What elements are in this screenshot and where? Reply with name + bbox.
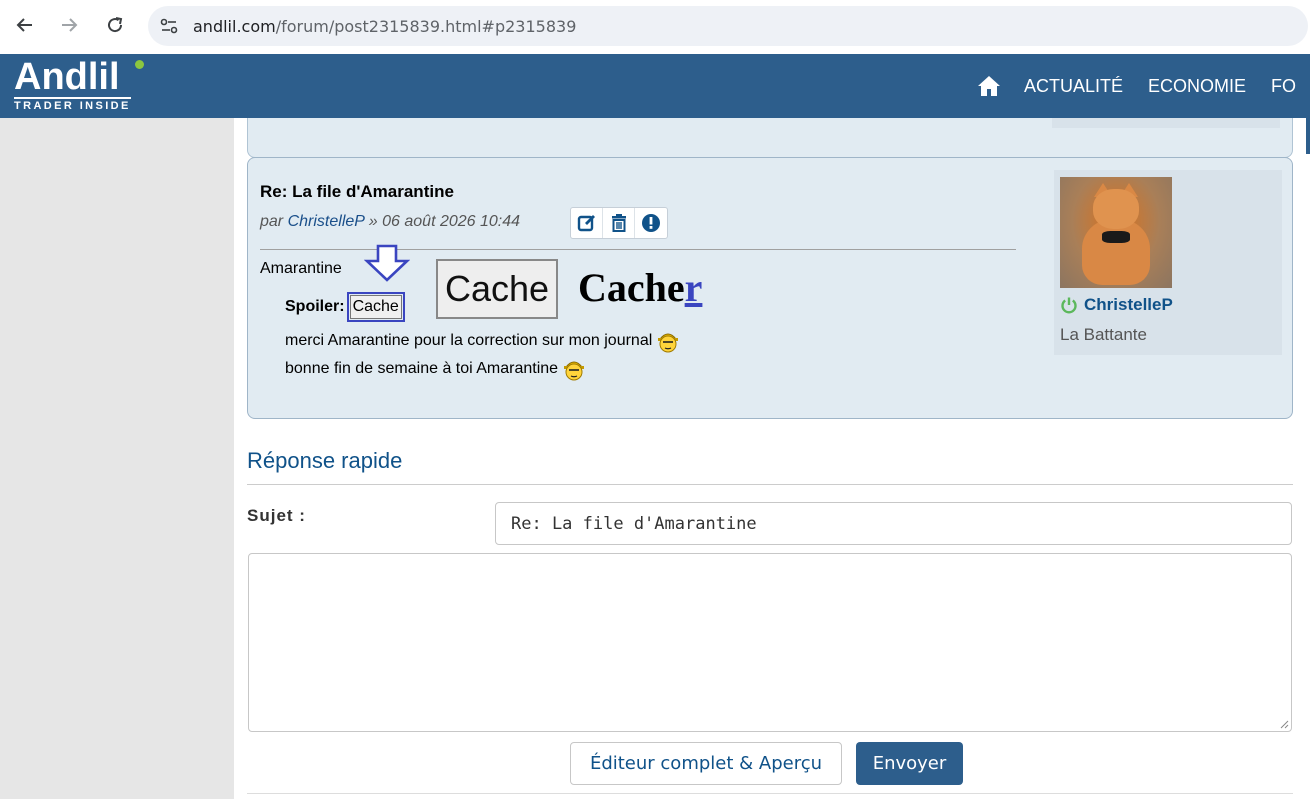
subject-input[interactable]: Re: La file d'Amarantine xyxy=(495,502,1292,545)
quick-reply-divider xyxy=(247,484,1293,485)
edit-button[interactable] xyxy=(571,208,603,238)
post-meta: par ChristelleP » 06 août 2026 10:44 xyxy=(260,213,520,231)
message-textarea[interactable] xyxy=(248,553,1292,732)
delete-button[interactable] xyxy=(603,208,635,238)
profile-username[interactable]: ChristelleP xyxy=(1060,295,1173,315)
message-line-text: bonne fin de semaine à toi Amarantine xyxy=(285,360,559,377)
cacher-annotation: Cacher xyxy=(578,264,702,311)
profile-username-text: ChristelleP xyxy=(1084,295,1173,314)
resize-handle-icon[interactable] xyxy=(1279,719,1289,729)
url-text: andlil.com/forum/post2315839.html#p23158… xyxy=(193,17,576,36)
warning-icon xyxy=(642,214,660,232)
message-line: bonne fin de semaine à toi Amarantine xyxy=(285,357,586,381)
smiley-icon xyxy=(658,333,679,353)
spoiler-button[interactable]: Cache xyxy=(346,292,405,322)
spoiler-button-label: Cache xyxy=(349,295,402,319)
url-path: /forum/post2315839.html#p2315839 xyxy=(275,17,577,36)
site-header: Andlil TRADER INSIDE ACTUALITÉ ECONOMIE … xyxy=(0,54,1310,118)
home-icon[interactable] xyxy=(976,74,1002,98)
message-line: merci Amarantine pour la correction sur … xyxy=(285,329,680,353)
bottom-divider xyxy=(247,793,1293,794)
spoiler-row: Spoiler: Cache xyxy=(285,292,405,322)
report-button[interactable] xyxy=(635,208,667,238)
forum-post: Re: La file d'Amarantine par ChristelleP… xyxy=(247,157,1293,419)
message-line-text: merci Amarantine pour la correction sur … xyxy=(285,332,653,349)
nav-economie[interactable]: ECONOMIE xyxy=(1148,76,1246,97)
main-nav: ACTUALITÉ ECONOMIE FO xyxy=(976,74,1310,98)
cacher-missing-letter: r xyxy=(684,265,703,310)
previous-post xyxy=(247,118,1293,158)
full-editor-button[interactable]: Éditeur complet & Aperçu xyxy=(570,742,842,785)
site-settings-icon[interactable] xyxy=(158,15,180,37)
logo-tagline: TRADER INSIDE xyxy=(14,97,131,112)
post-greeting: Amarantine xyxy=(260,260,342,277)
browser-toolbar: andlil.com/forum/post2315839.html#p23158… xyxy=(0,0,1310,54)
smiley-icon xyxy=(564,361,585,381)
post-action-buttons xyxy=(570,207,668,239)
quick-reply-title: Réponse rapide xyxy=(247,448,403,473)
forum-content: Re: La file d'Amarantine par ChristelleP… xyxy=(234,118,1310,799)
previous-post-profile xyxy=(1052,118,1280,128)
down-arrow-icon xyxy=(364,244,410,282)
avatar[interactable] xyxy=(1060,177,1172,288)
edit-icon xyxy=(577,215,595,232)
back-icon[interactable] xyxy=(10,10,40,40)
scroll-edge xyxy=(1306,118,1310,154)
address-bar[interactable]: andlil.com/forum/post2315839.html#p23158… xyxy=(148,6,1308,46)
profile-rank: La Battante xyxy=(1060,325,1147,344)
forward-icon[interactable] xyxy=(54,10,84,40)
logo-main: Andlil xyxy=(14,56,120,98)
spoiler-button-zoomed: Cache xyxy=(436,259,558,319)
spoiler-label: Spoiler: xyxy=(285,298,345,315)
cacher-text: Cache xyxy=(578,265,685,310)
url-host: andlil.com xyxy=(193,17,276,36)
nav-forum[interactable]: FO xyxy=(1271,76,1296,97)
post-title[interactable]: Re: La file d'Amarantine xyxy=(260,182,454,202)
logo-dot xyxy=(135,60,144,69)
post-author-link[interactable]: ChristelleP xyxy=(288,213,365,230)
send-button[interactable]: Envoyer xyxy=(856,742,963,785)
avatar-head xyxy=(1093,189,1139,229)
nav-actualite[interactable]: ACTUALITÉ xyxy=(1024,76,1123,97)
subject-label: Sujet : xyxy=(247,506,306,525)
avatar-bowtie xyxy=(1102,231,1130,243)
reload-icon[interactable] xyxy=(100,10,130,40)
post-profile: ChristelleP La Battante xyxy=(1054,170,1282,355)
post-date: » 06 août 2026 10:44 xyxy=(364,213,521,230)
post-meta-prefix: par xyxy=(260,213,288,230)
trash-icon xyxy=(611,214,626,232)
online-icon xyxy=(1061,297,1077,314)
site-logo[interactable]: Andlil TRADER INSIDE xyxy=(14,56,144,112)
